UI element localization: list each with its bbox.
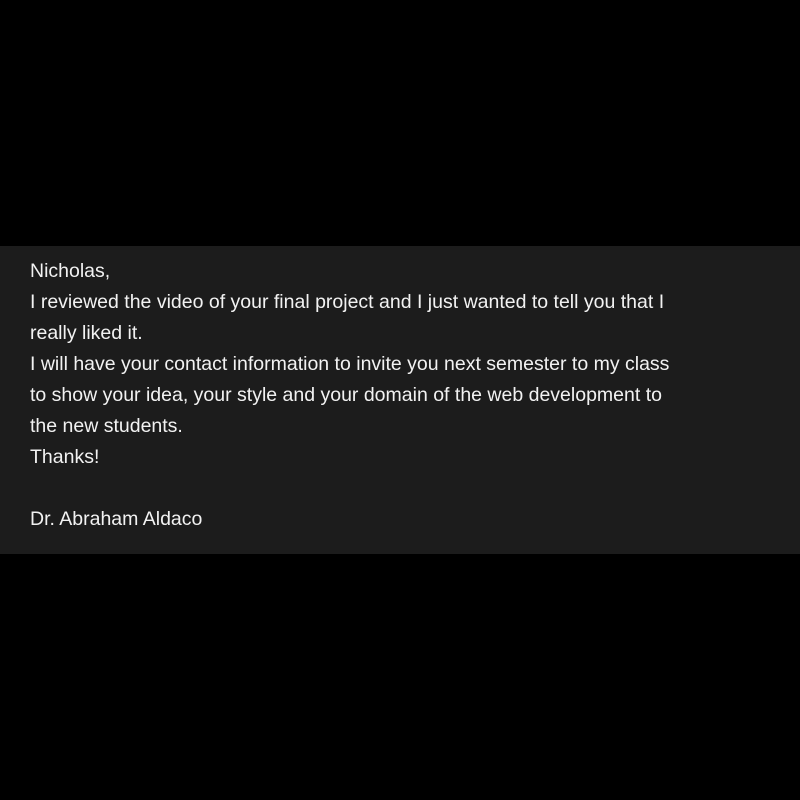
- message-body-line-3: I will have your contact information to …: [30, 353, 670, 375]
- message-body-line-6: Thanks!: [30, 446, 100, 468]
- message-body-line-1: I reviewed the video of your final proje…: [30, 291, 665, 313]
- message-body-line-2: really liked it.: [30, 322, 143, 344]
- screen: Nicholas, I reviewed the video of your f…: [0, 0, 800, 800]
- message-body-line-5: the new students.: [30, 415, 183, 437]
- message-body-line-4: to show your idea, your style and your d…: [30, 384, 662, 406]
- message-panel: Nicholas, I reviewed the video of your f…: [0, 246, 800, 554]
- message-greeting: Nicholas,: [30, 260, 111, 282]
- message-signature: Dr. Abraham Aldaco: [30, 508, 203, 530]
